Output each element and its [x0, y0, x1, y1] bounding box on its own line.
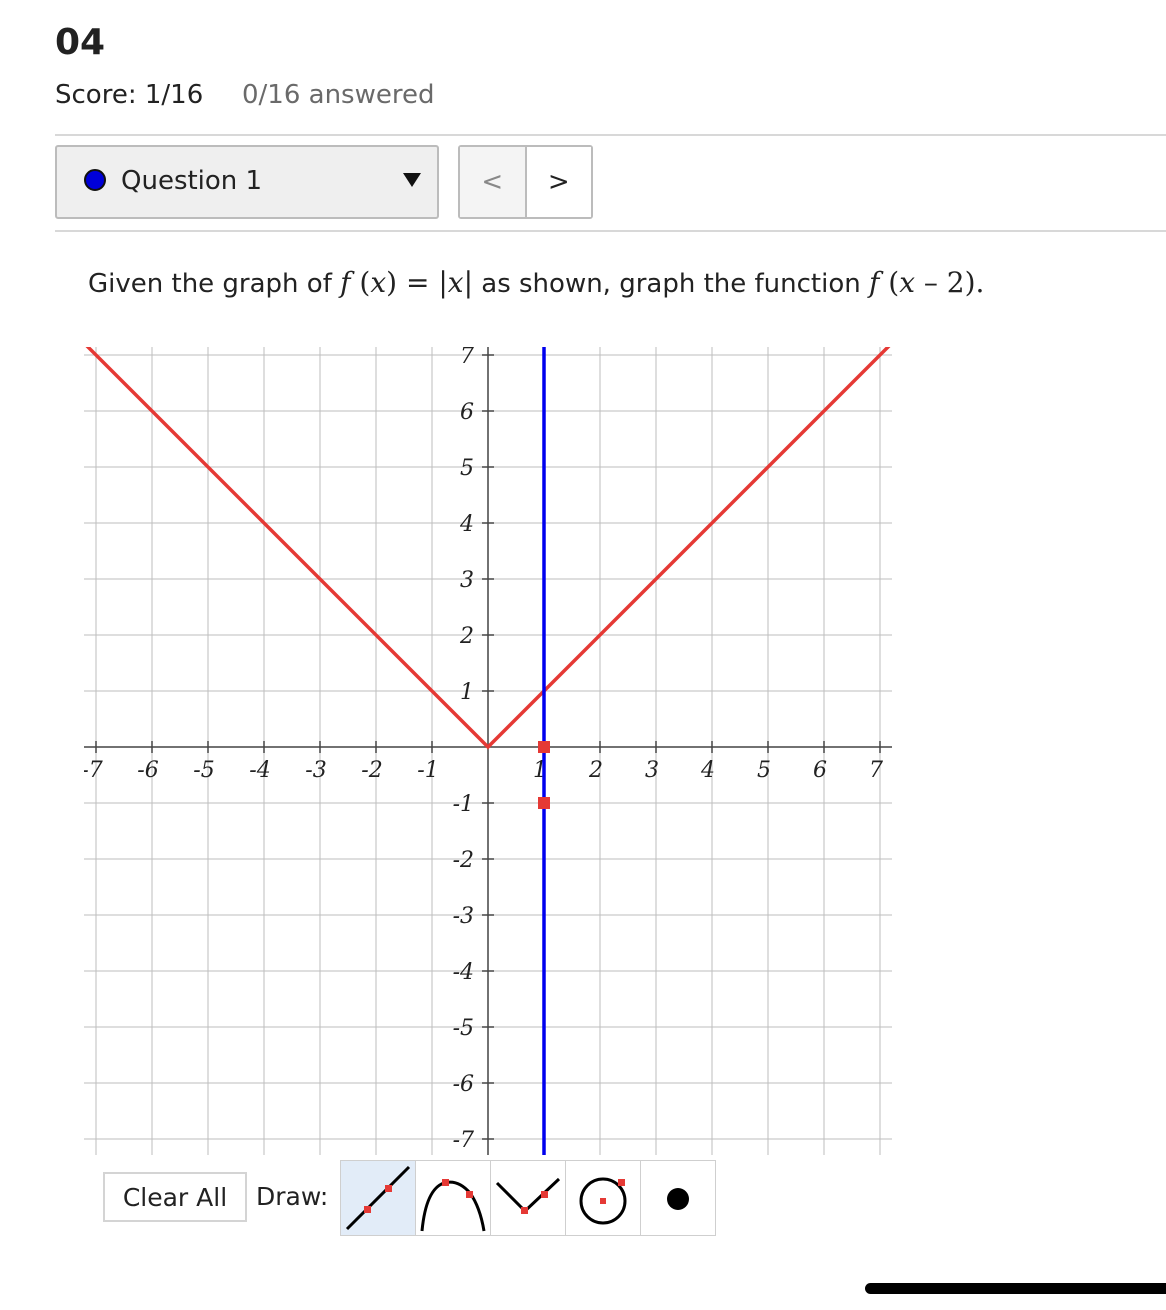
- y-tick-label: 3: [460, 568, 474, 593]
- previous-question-button[interactable]: <: [460, 147, 527, 217]
- x-tick-label: 4: [700, 758, 715, 783]
- x-tick-label: 2: [588, 758, 603, 783]
- divider: [55, 230, 1166, 232]
- question-select[interactable]: Question 1: [55, 145, 439, 219]
- y-tick-label: 1: [460, 680, 474, 705]
- draw-toolbar: [340, 1160, 716, 1236]
- question-status-dot-icon: [84, 169, 106, 191]
- x-tick-label: -6: [137, 758, 158, 783]
- page-title: 04: [55, 22, 106, 63]
- score-text: Score: 1/16: [55, 80, 204, 110]
- point-tool-icon: [667, 1188, 689, 1210]
- clear-all-button[interactable]: Clear All: [103, 1172, 247, 1222]
- absolute-value-tool-button[interactable]: [490, 1160, 566, 1236]
- divider: [55, 134, 1166, 136]
- y-tick-label: 7: [460, 347, 474, 369]
- x-tick-label: 7: [869, 758, 883, 783]
- y-tick-label: 2: [459, 624, 474, 649]
- question-select-label: Question 1: [121, 166, 263, 196]
- control-point: [538, 741, 550, 753]
- draw-label: Draw:: [256, 1182, 329, 1211]
- next-question-button[interactable]: >: [526, 147, 591, 217]
- y-tick-label: -6: [453, 1072, 474, 1097]
- x-tick-label: -1: [417, 758, 438, 783]
- line-tool-button[interactable]: [340, 1160, 416, 1236]
- parabola-tool-icon: [420, 1179, 486, 1232]
- x-tick-label: 6: [813, 758, 827, 783]
- x-tick-label: 5: [757, 758, 771, 783]
- x-tick-label: -2: [361, 758, 382, 783]
- x-tick-label: 3: [645, 758, 659, 783]
- point-tool-button[interactable]: [640, 1160, 716, 1236]
- line-tool-icon: [345, 1165, 411, 1231]
- y-tick-label: -3: [453, 904, 474, 929]
- question-prompt: Given the graph of f (x) = |x| as shown,…: [88, 266, 985, 299]
- y-tick-label: 4: [459, 512, 474, 537]
- control-point: [538, 797, 550, 809]
- y-tick-label: 6: [460, 400, 474, 425]
- y-tick-label: -1: [453, 792, 474, 817]
- y-tick-label: -4: [453, 960, 474, 985]
- home-indicator: [865, 1283, 1166, 1294]
- y-tick-label: -2: [453, 848, 474, 873]
- dropdown-caret-icon: [403, 173, 421, 187]
- x-tick-label: -7: [84, 758, 103, 783]
- y-tick-label: -5: [453, 1016, 474, 1041]
- x-tick-label: -5: [193, 758, 214, 783]
- circle-tool-button[interactable]: [565, 1160, 641, 1236]
- y-tick-label: -7: [453, 1128, 474, 1153]
- parabola-tool-button[interactable]: [415, 1160, 491, 1236]
- x-tick-label: -4: [249, 758, 270, 783]
- absolute-value-tool-icon: [495, 1177, 561, 1214]
- circle-tool-icon: [579, 1177, 627, 1225]
- y-tick-label: 5: [460, 456, 474, 481]
- answered-count: 0/16 answered: [242, 80, 435, 110]
- x-tick-label: -3: [305, 758, 326, 783]
- question-nav: < >: [458, 145, 593, 219]
- graph-canvas[interactable]: -7-6-5-4-3-2-112345677654321-1-2-3-4-5-6…: [84, 347, 892, 1155]
